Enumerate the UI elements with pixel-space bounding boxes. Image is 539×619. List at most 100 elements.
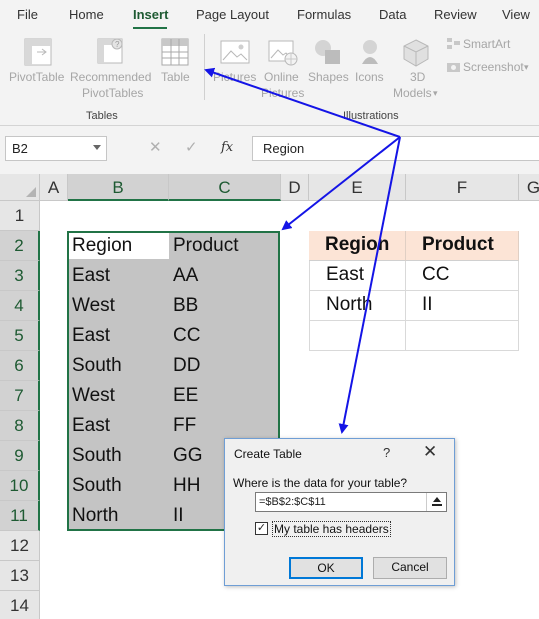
column-header-b[interactable]: B: [68, 174, 169, 201]
row-header-14[interactable]: 14: [0, 591, 40, 619]
cell-b8[interactable]: East: [72, 415, 110, 437]
tab-data[interactable]: Data: [379, 7, 406, 22]
online-pictures-icon: [268, 40, 298, 66]
cell-b9[interactable]: South: [72, 445, 122, 467]
row-header-13[interactable]: 13: [0, 561, 40, 591]
cell-c2[interactable]: Product: [173, 235, 238, 257]
formula-input[interactable]: Region: [252, 136, 539, 161]
name-box[interactable]: B2: [5, 136, 107, 161]
chevron-down-icon[interactable]: [93, 145, 101, 150]
cell-b11[interactable]: North: [72, 505, 118, 527]
row-header-12[interactable]: 12: [0, 531, 40, 561]
cell-f4[interactable]: II: [406, 291, 519, 321]
row-header-4[interactable]: 4: [0, 291, 40, 321]
ok-button[interactable]: OK: [289, 557, 363, 579]
tab-view[interactable]: View: [502, 7, 530, 22]
pictures-label: Pictures: [213, 70, 257, 84]
table-icon: [161, 38, 189, 66]
enter-icon[interactable]: ✓: [185, 138, 198, 156]
column-header-c[interactable]: C: [169, 174, 281, 201]
cell-c9[interactable]: GG: [173, 445, 203, 467]
ribbon-tabs: File Home Insert Page Layout Formulas Da…: [0, 0, 539, 30]
row-header-6[interactable]: 6: [0, 351, 40, 381]
cell-c6[interactable]: DD: [173, 355, 200, 377]
cell-b3[interactable]: East: [72, 265, 110, 287]
tab-review[interactable]: Review: [434, 7, 477, 22]
result-header-product-text: Product: [422, 234, 494, 255]
create-table-dialog: Create Table ? ✕ Where is the data for y…: [224, 438, 455, 586]
column-header-g[interactable]: G: [519, 174, 539, 201]
formula-buttons: ✕ ✓ fx: [137, 136, 247, 161]
result-header-product[interactable]: Product: [406, 231, 519, 261]
select-all-corner[interactable]: [0, 174, 40, 201]
dialog-title: Create Table: [234, 447, 302, 461]
cell-b2[interactable]: Region: [72, 235, 132, 257]
row-header-8[interactable]: 8: [0, 411, 40, 441]
cell-b7[interactable]: West: [72, 385, 115, 407]
ribbon-separator: [204, 34, 205, 100]
tab-insert[interactable]: Insert: [133, 7, 168, 22]
row-header-9[interactable]: 9: [0, 441, 40, 471]
cell-c7[interactable]: EE: [173, 385, 198, 407]
formula-bar: B2 ✕ ✓ fx Region: [0, 126, 539, 174]
tab-home[interactable]: Home: [69, 7, 104, 22]
help-icon[interactable]: ?: [383, 445, 390, 460]
row-header-3[interactable]: 3: [0, 261, 40, 291]
cell-c11[interactable]: II: [173, 505, 184, 527]
cell-e4-text: North: [326, 294, 373, 315]
online-pictures-label-2: Pictures: [261, 86, 305, 100]
cell-b10[interactable]: South: [72, 475, 122, 497]
cell-c8[interactable]: FF: [173, 415, 196, 437]
column-header-d[interactable]: D: [281, 174, 309, 201]
row-header-5[interactable]: 5: [0, 321, 40, 351]
collapse-dialog-button[interactable]: [426, 493, 446, 511]
data-range-question: Where is the data for your table?: [233, 476, 408, 490]
cancel-button[interactable]: Cancel: [373, 557, 447, 579]
pictures-icon: [220, 40, 250, 64]
cell-e5[interactable]: [309, 321, 406, 351]
icons-icon: [362, 40, 378, 64]
cancel-icon[interactable]: ✕: [149, 138, 162, 156]
cell-b5[interactable]: East: [72, 325, 110, 347]
cell-e3[interactable]: East: [309, 261, 406, 291]
tab-page-layout[interactable]: Page Layout: [196, 7, 269, 22]
group-label-tables: Tables: [86, 110, 118, 122]
column-header-f[interactable]: F: [406, 174, 519, 201]
cell-c5[interactable]: CC: [173, 325, 200, 347]
row-header-7[interactable]: 7: [0, 381, 40, 411]
3d-models-label-2: Models: [393, 86, 432, 100]
column-header-e[interactable]: E: [309, 174, 406, 201]
name-box-value: B2: [12, 141, 28, 156]
row-header-2[interactable]: 2: [0, 231, 40, 261]
close-icon[interactable]: ✕: [423, 442, 437, 462]
cell-f4-text: II: [422, 294, 433, 315]
column-header-a[interactable]: A: [40, 174, 68, 201]
table-label: Table: [161, 70, 190, 84]
data-range-input[interactable]: =$B$2:$C$11: [255, 492, 447, 512]
cell-e4[interactable]: North: [309, 291, 406, 321]
cell-f3[interactable]: CC: [406, 261, 519, 291]
cell-b4[interactable]: West: [72, 295, 115, 317]
recommended-pivottables-icon: ?: [97, 38, 123, 64]
cell-c10[interactable]: HH: [173, 475, 200, 497]
collapse-arrow-icon: [431, 497, 442, 506]
insert-function-icon[interactable]: fx: [221, 140, 233, 155]
recommended-pivottables-label-1: Recommended: [70, 70, 152, 84]
pivottable-label: PivotTable: [9, 70, 65, 84]
shapes-label: Shapes: [308, 70, 349, 84]
has-headers-label[interactable]: My table has headers: [272, 521, 391, 537]
row-header-10[interactable]: 10: [0, 471, 40, 501]
result-header-region[interactable]: Region: [309, 231, 406, 261]
cell-f5[interactable]: [406, 321, 519, 351]
tab-file[interactable]: File: [17, 7, 38, 22]
cell-b6[interactable]: South: [72, 355, 122, 377]
row-header-1[interactable]: 1: [0, 201, 40, 231]
cell-c4[interactable]: BB: [173, 295, 198, 317]
cell-c3[interactable]: AA: [173, 265, 198, 287]
has-headers-checkbox[interactable]: ✓: [255, 522, 268, 535]
screenshot-label: Screenshot: [463, 60, 524, 74]
recommended-pivottables-label-2: PivotTables: [82, 86, 144, 100]
row-header-11[interactable]: 11: [0, 501, 40, 531]
tab-formulas[interactable]: Formulas: [297, 7, 351, 22]
pivottable-icon: [24, 38, 52, 66]
